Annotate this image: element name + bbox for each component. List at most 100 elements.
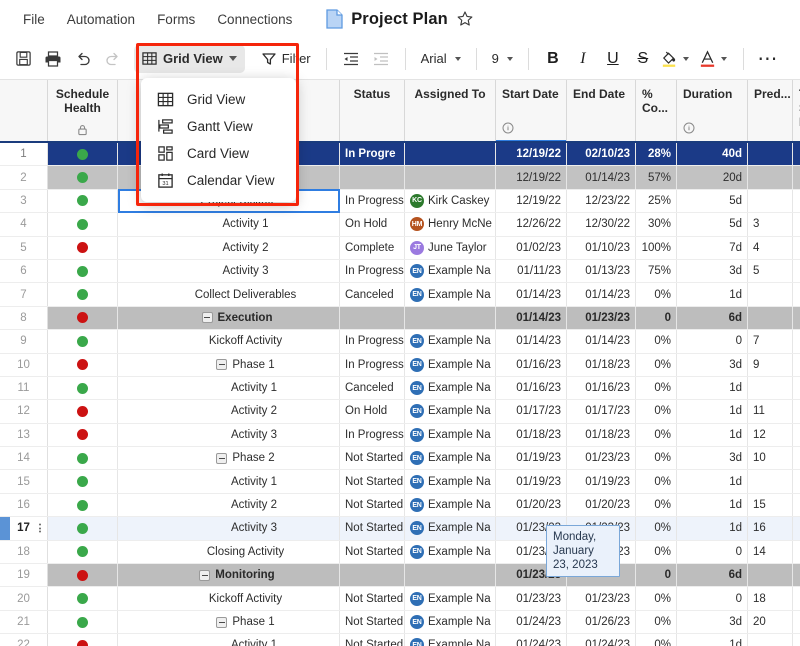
row-number[interactable]: 10 [0,353,48,376]
column-header-tsd[interactable]: TSD [793,80,800,141]
assigned-to-cell[interactable]: EN Example Na [405,330,496,353]
menu-option-card-view[interactable]: Card View [141,140,296,167]
task-summary-date-cell[interactable]: 01 [793,330,800,352]
end-date-cell[interactable]: 01/24/23 [567,634,636,646]
table-row[interactable]: 15 Activity 1 Not Started EN Example Na 01/19… [0,470,800,494]
status-cell[interactable]: On Hold [340,213,405,236]
end-date-cell[interactable]: 01/14/23 [567,330,636,353]
predecessors-cell[interactable] [748,564,793,587]
start-date-cell[interactable]: 01/19/23 [496,470,567,493]
percent-complete-cell[interactable]: 0% [636,517,677,540]
filter-button[interactable]: Filter [255,45,317,73]
status-cell[interactable]: Not Started [340,540,405,564]
duration-cell[interactable]: 6d [677,564,748,587]
predecessors-cell[interactable]: 16 [748,517,793,540]
predecessors-cell[interactable] [748,143,793,166]
start-date-cell[interactable]: 01/17/23 [496,400,567,423]
status-cell[interactable]: Not Started [340,470,405,493]
schedule-health-cell[interactable] [48,213,118,236]
end-date-cell[interactable]: 01/10/23 [567,236,636,259]
row-number[interactable]: 8 [0,306,48,330]
task-summary-date-cell[interactable]: 01 [793,400,800,422]
row-number[interactable]: 4 [0,213,48,236]
assigned-to-cell[interactable] [405,306,496,330]
menu-option-grid-view[interactable]: Grid View [141,86,296,113]
assigned-to-cell[interactable]: EN Example Na [405,540,496,564]
assigned-to-cell[interactable]: EN Example Na [405,470,496,493]
predecessors-cell[interactable]: 18 [748,587,793,610]
duration-cell[interactable]: 1d [677,423,748,447]
save-button[interactable] [8,44,38,74]
status-cell[interactable]: In Progre [340,143,405,166]
status-cell[interactable]: In Progress [340,259,405,283]
column-header-assigned[interactable]: Assigned To [405,80,496,141]
end-date-cell[interactable]: 01/20/23 [567,493,636,517]
data-grid[interactable]: Schedule Health Status Assigned To Start Dat… [0,80,800,646]
table-row[interactable]: 21 Phase 1 Not Started EN Example Na 01/24/23… [0,610,800,635]
start-date-cell[interactable]: 12/19/22 [496,143,567,166]
end-date-cell[interactable]: 02/10/23 [567,143,636,166]
task-summary-date-cell[interactable]: 01 [793,447,800,469]
status-cell[interactable]: On Hold [340,400,405,423]
table-row[interactable]: 2 12/19/2201/14/2357%20d 12 [0,166,800,190]
row-number[interactable]: 13 [0,423,48,447]
italic-button[interactable]: I [568,44,598,74]
row-number[interactable]: 19 [0,564,48,587]
schedule-health-cell[interactable] [48,634,118,646]
duration-cell[interactable]: 1d [677,376,748,400]
task-summary-date-cell[interactable]: 01 [793,587,800,609]
start-date-cell[interactable]: 01/20/23 [496,493,567,517]
status-cell[interactable]: Not Started [340,447,405,470]
percent-complete-cell[interactable]: 0% [636,283,677,306]
start-date-cell[interactable]: 01/16/23 [496,376,567,400]
table-row[interactable]: 12 Activity 2 On Hold EN Example Na 01/17/23 0… [0,400,800,424]
task-name-cell[interactable]: Phase 1 [118,353,340,376]
duration-cell[interactable]: 7d [677,236,748,259]
table-row[interactable]: 16 Activity 2 Not Started EN Example Na 01/20… [0,493,800,518]
end-date-cell[interactable]: 01/17/23 [567,400,636,423]
start-date-cell[interactable]: 12/26/22 [496,213,567,236]
task-name-cell[interactable]: Activity 2 [118,493,340,517]
predecessors-cell[interactable]: 20 [748,610,793,634]
predecessors-cell[interactable] [748,634,793,646]
percent-complete-cell[interactable]: 0% [636,447,677,470]
predecessors-cell[interactable]: 3 [748,213,793,236]
task-name-cell[interactable]: Phase 1 [118,610,340,634]
task-name-cell[interactable]: Activity 3 [118,517,340,540]
schedule-health-cell[interactable] [48,353,118,376]
star-outline-icon[interactable] [456,10,474,28]
print-button[interactable] [38,44,68,74]
predecessors-cell[interactable] [748,376,793,400]
table-row[interactable]: 18 Closing Activity Not Started EN Example N… [0,540,800,565]
task-summary-date-cell[interactable]: 01 [793,494,800,516]
percent-complete-cell[interactable]: 28% [636,143,677,166]
duration-cell[interactable]: 3d [677,610,748,634]
schedule-health-cell[interactable] [48,517,118,540]
start-date-cell[interactable]: 01/19/23 [496,447,567,470]
predecessors-cell[interactable] [748,283,793,306]
percent-complete-cell[interactable]: 30% [636,213,677,236]
duration-cell[interactable]: 1d [677,493,748,517]
chevron-down-icon[interactable] [720,56,727,61]
task-summary-date-cell[interactable]: 01 [793,634,800,646]
status-cell[interactable]: Not Started [340,634,405,646]
predecessors-cell[interactable] [748,470,793,493]
row-number[interactable]: 15 [0,470,48,493]
view-dropdown-menu[interactable]: Grid View Gantt View Card View 31 Calend… [141,78,296,202]
table-row[interactable]: 11 Activity 1 Canceled EN Example Na 01/16/23… [0,376,800,401]
end-date-cell[interactable]: 01/23/23 [567,587,636,610]
end-date-cell[interactable]: 01/13/23 [567,259,636,283]
duration-cell[interactable]: 6d [677,306,748,330]
column-header-pct[interactable]: % Co... [636,80,677,141]
start-date-cell[interactable]: 01/16/23 [496,353,567,376]
status-cell[interactable]: Not Started [340,517,405,540]
task-name-cell[interactable]: Kickoff Activity [118,587,340,610]
start-date-cell[interactable]: 01/14/23 [496,306,567,330]
menu-option-gantt-view[interactable]: Gantt View [141,113,296,140]
end-date-cell[interactable]: 01/18/23 [567,423,636,447]
task-name-cell[interactable]: Collect Deliverables [118,283,340,306]
percent-complete-cell[interactable]: 0% [636,634,677,646]
row-number[interactable]: 3 [0,189,48,213]
predecessors-cell[interactable]: 10 [748,447,793,470]
duration-cell[interactable]: 3d [677,259,748,283]
